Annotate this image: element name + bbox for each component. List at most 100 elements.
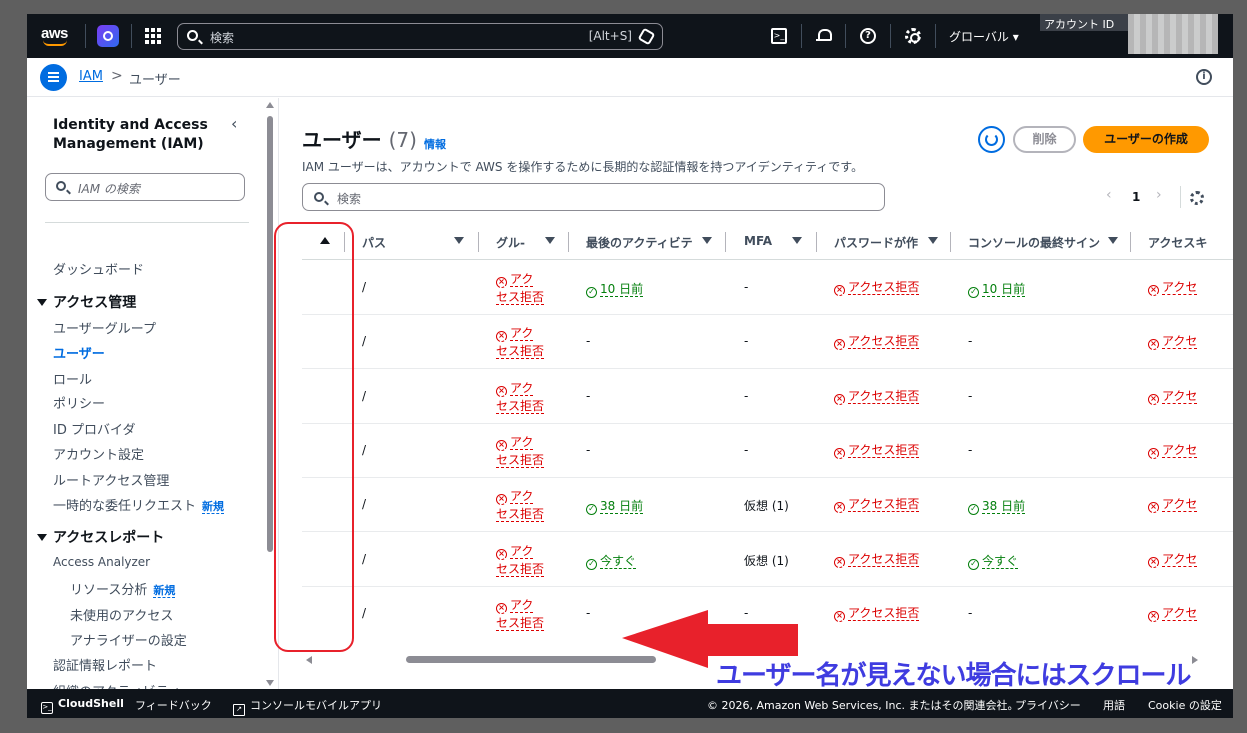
sidebar-item-account-settings[interactable]: アカウント設定 <box>53 444 144 463</box>
table-search-input[interactable]: 検索 <box>302 183 885 211</box>
sidebar-item-analyzer-settings[interactable]: アナライザーの設定 <box>70 630 187 649</box>
scroll-down-icon[interactable] <box>266 680 274 686</box>
sort-icon[interactable] <box>792 237 802 244</box>
cloudshell-button[interactable]: >_ CloudShell <box>41 697 124 714</box>
table-row[interactable]: / × アク セス拒否 - - × アクセス拒否 - × アクセ <box>302 315 1233 369</box>
cell-password-denied[interactable]: × アクセス拒否 <box>834 441 920 459</box>
sidebar-item-root-access[interactable]: ルートアクセス管理 <box>53 470 169 489</box>
pagination-page[interactable]: 1 <box>1132 190 1140 204</box>
cell-access-key-denied[interactable]: × アクセ <box>1148 604 1210 622</box>
sidebar-item-roles[interactable]: ロール <box>53 369 92 388</box>
cell-group-denied[interactable]: × アク セス拒否 <box>496 324 545 360</box>
sidebar-item-dashboard[interactable]: ダッシュボード <box>53 259 144 278</box>
cell-last_activity[interactable]: ✓ 38 日前 <box>586 497 644 515</box>
sidebar-item-id-providers[interactable]: ID プロバイダ <box>53 419 135 438</box>
cell-password-denied[interactable]: × アクセス拒否 <box>834 550 920 568</box>
feedback-link[interactable]: フィードバック <box>135 697 212 713</box>
refresh-button[interactable] <box>978 126 1005 153</box>
sidebar-item-org-activity[interactable]: 組織のアクティビティ <box>53 681 181 689</box>
column-header-mfa[interactable]: MFA <box>744 234 784 248</box>
cell-console_last[interactable]: ✓ 10 日前 <box>968 280 1026 298</box>
cell-access-key-denied[interactable]: × アクセ <box>1148 387 1210 405</box>
table-row[interactable]: / × アク セス拒否 ✓ 今すぐ 仮想 (1) × アクセス拒否 ✓ 今すぐ × アクセ <box>302 533 1233 587</box>
terms-link[interactable]: 用語 <box>1103 697 1125 713</box>
cell-group-denied[interactable]: × アク セス拒否 <box>496 270 545 306</box>
column-divider[interactable] <box>568 232 569 252</box>
sidebar-item-users[interactable]: ユーザー <box>53 343 105 362</box>
sort-icon[interactable] <box>928 237 938 244</box>
cell-password-denied[interactable]: × アクセス拒否 <box>834 604 920 622</box>
create-user-button[interactable]: ユーザーの作成 <box>1083 126 1209 153</box>
global-search-input[interactable]: 検索 [Alt+S] <box>177 23 663 50</box>
pagination-prev-button[interactable]: ‹ <box>1106 187 1112 203</box>
column-header-access-key[interactable]: アクセスキ <box>1148 234 1228 251</box>
mobile-app-link[interactable]: ↗ コンソールモバイルアプリ <box>233 697 382 716</box>
cookie-settings-link[interactable]: Cookie の設定 <box>1148 697 1222 713</box>
sort-icon[interactable] <box>702 237 712 244</box>
table-row[interactable]: / × アク セス拒否 - - × アクセス拒否 - × アクセ <box>302 370 1233 424</box>
cell-password-denied[interactable]: × アクセス拒否 <box>834 278 920 296</box>
scrollbar-thumb[interactable] <box>406 656 656 663</box>
scroll-left-icon[interactable] <box>306 656 312 664</box>
help-icon[interactable]: ? <box>860 28 876 44</box>
sidebar-item-unused-access[interactable]: 未使用のアクセス <box>70 605 173 624</box>
cell-console_last[interactable]: ✓ 38 日前 <box>968 497 1026 515</box>
sidebar-scrollbar[interactable] <box>266 100 274 688</box>
cell-access-key-denied[interactable]: × アクセ <box>1148 278 1210 296</box>
table-row[interactable]: / × アク セス拒否 ✓ 10 日前 - × アクセス拒否 ✓ 10 日前 × アクセ <box>302 261 1233 315</box>
aws-logo[interactable]: aws <box>41 23 73 47</box>
services-grid-icon[interactable] <box>145 28 161 44</box>
pagination-next-button[interactable]: › <box>1156 187 1162 203</box>
sidebar-item-temp-delegation[interactable]: 一時的な委任リクエスト 新規 <box>53 495 225 514</box>
cell-access-key-denied[interactable]: × アクセ <box>1148 441 1210 459</box>
column-divider[interactable] <box>950 232 951 252</box>
breadcrumb-iam-link[interactable]: IAM <box>79 69 103 84</box>
scroll-right-icon[interactable] <box>1192 656 1198 664</box>
column-divider[interactable] <box>478 232 479 252</box>
cell-access-key-denied[interactable]: × アクセ <box>1148 332 1210 350</box>
cloudshell-icon[interactable]: >_ <box>771 28 787 44</box>
column-header-console-last-signin[interactable]: コンソールの最終サイン <box>968 234 1100 251</box>
bell-icon[interactable] <box>815 28 832 44</box>
column-header-password-age[interactable]: パスワードが作 <box>834 234 926 251</box>
column-divider[interactable] <box>725 232 726 252</box>
cell-last_activity[interactable]: ✓ 今すぐ <box>586 552 637 570</box>
privacy-link[interactable]: プライバシー <box>1015 697 1081 713</box>
scrollbar-thumb[interactable] <box>267 116 273 552</box>
sidebar-item-resource-analysis[interactable]: リソース分析 新規 <box>70 579 176 598</box>
sidebar-section-access-reports[interactable]: アクセスレポート <box>37 527 164 547</box>
sidebar-item-credential-report[interactable]: 認証情報レポート <box>53 655 157 674</box>
cell-password-denied[interactable]: × アクセス拒否 <box>834 387 920 405</box>
cell-group-denied[interactable]: × アク セス拒否 <box>496 379 545 415</box>
table-preferences-gear-icon[interactable] <box>1190 191 1204 205</box>
cell-password-denied[interactable]: × アクセス拒否 <box>834 332 920 350</box>
region-selector[interactable]: グローバル ▾ <box>949 28 1019 45</box>
sidebar-collapse-button[interactable]: ‹ <box>231 114 237 133</box>
cell-group-denied[interactable]: × アク セス拒否 <box>496 596 545 632</box>
column-header-last-activity[interactable]: 最後のアクティビテ <box>586 234 696 251</box>
column-header-path[interactable]: パス <box>362 234 442 251</box>
scroll-up-icon[interactable] <box>266 102 274 108</box>
menu-toggle-button[interactable] <box>40 64 67 91</box>
cell-password-denied[interactable]: × アクセス拒否 <box>834 495 920 513</box>
sort-icon[interactable] <box>454 237 464 244</box>
sort-icon[interactable] <box>1108 237 1118 244</box>
table-row[interactable]: / × アク セス拒否 - - × アクセス拒否 - × アクセ <box>302 424 1233 478</box>
column-divider[interactable] <box>816 232 817 252</box>
cell-console_last[interactable]: ✓ 今すぐ <box>968 552 1019 570</box>
cell-group-denied[interactable]: × アク セス拒否 <box>496 542 545 578</box>
sidebar-item-user-groups[interactable]: ユーザーグループ <box>53 318 156 337</box>
sort-icon[interactable] <box>545 237 555 244</box>
sidebar-section-access-management[interactable]: アクセス管理 <box>37 292 136 312</box>
cell-access-key-denied[interactable]: × アクセ <box>1148 550 1210 568</box>
sidebar-search-input[interactable]: IAM の検索 <box>45 173 245 201</box>
cell-group-denied[interactable]: × アク セス拒否 <box>496 487 545 523</box>
sidebar-item-access-analyzer[interactable]: Access Analyzer <box>53 555 150 569</box>
column-header-group[interactable]: グル- <box>496 234 536 251</box>
info-link[interactable]: 情報 <box>424 136 446 152</box>
delete-button[interactable]: 削除 <box>1013 126 1076 153</box>
cell-last_activity[interactable]: ✓ 10 日前 <box>586 280 644 298</box>
column-divider[interactable] <box>1130 232 1131 252</box>
cell-group-denied[interactable]: × アク セス拒否 <box>496 433 545 469</box>
account-id-label[interactable]: アカウント ID <box>1040 14 1128 31</box>
